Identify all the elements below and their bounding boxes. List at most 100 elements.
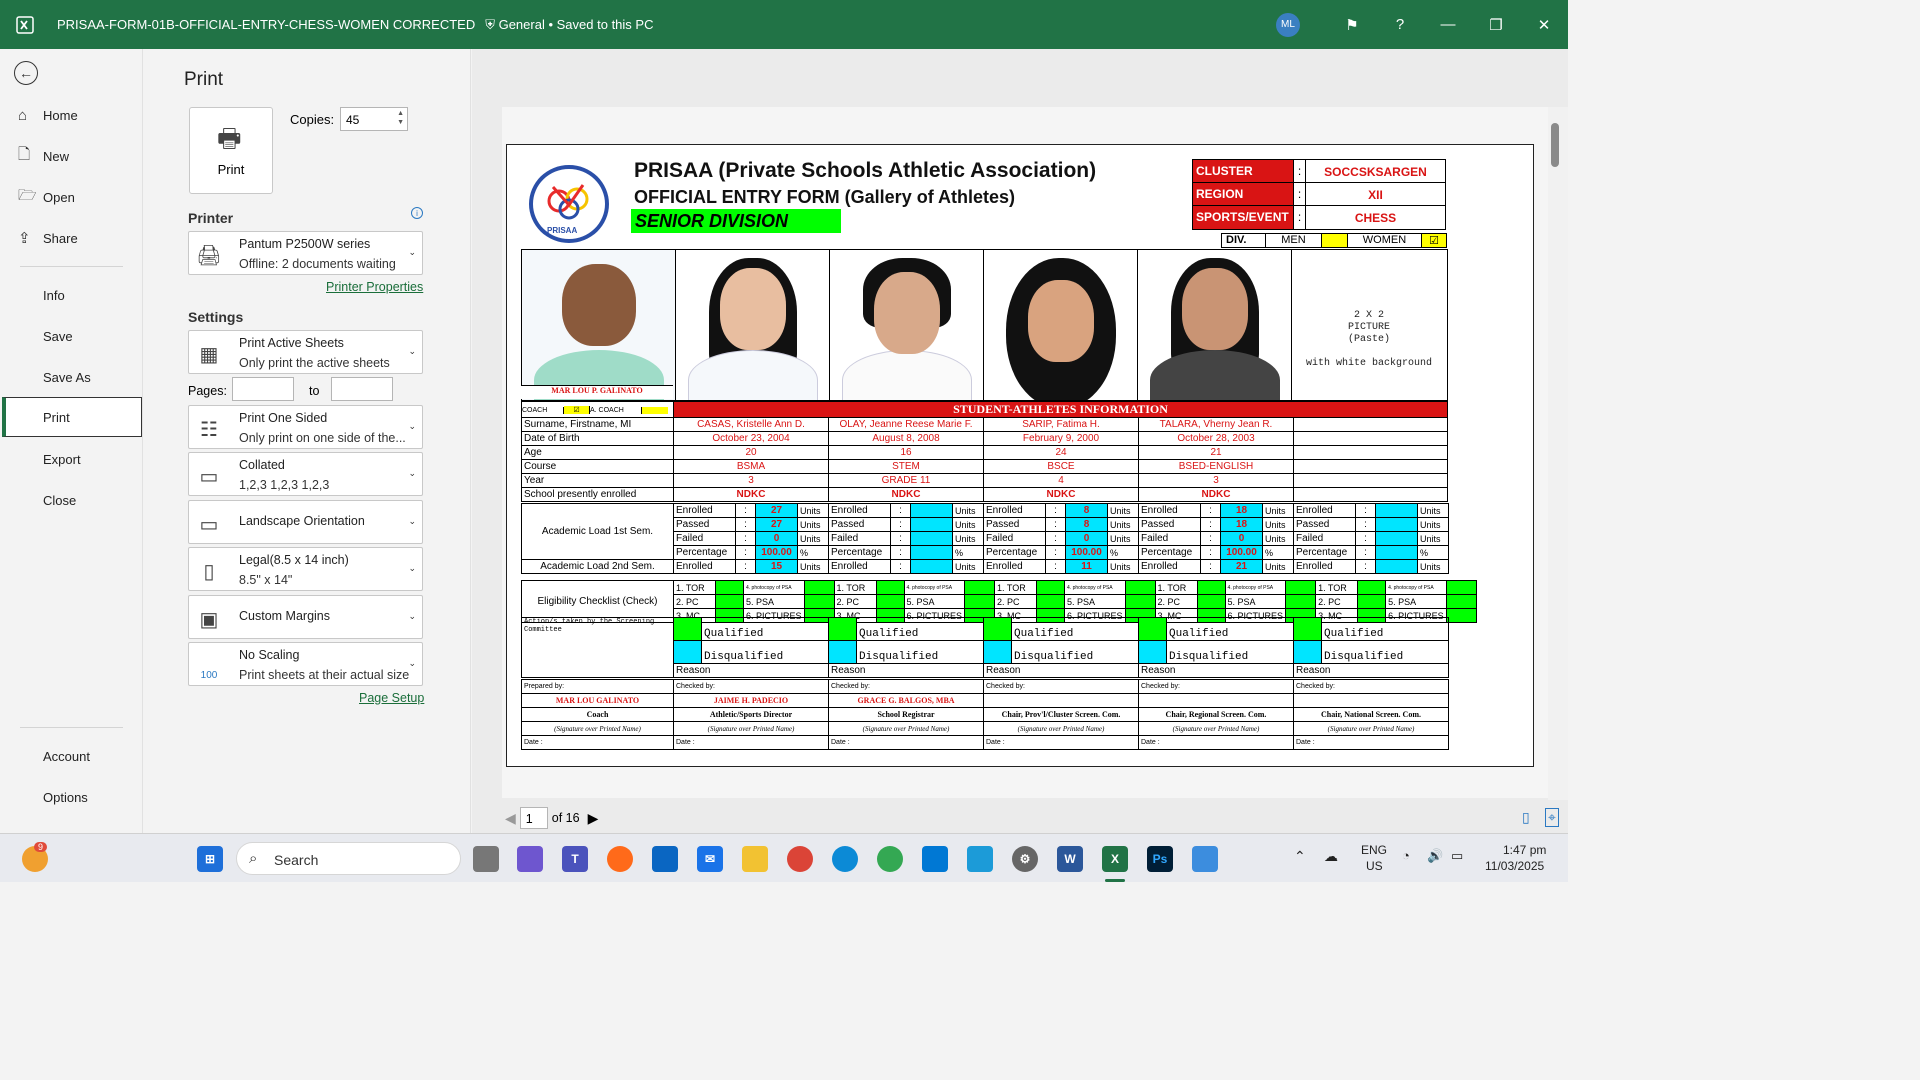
sig-heading: Checked by:	[983, 679, 1139, 694]
chrome-icon[interactable]	[787, 846, 813, 872]
load-value: 0	[1220, 531, 1263, 546]
load-label: Failed	[1138, 531, 1201, 546]
task-view-icon[interactable]	[473, 846, 499, 872]
scaling-dropdown[interactable]: 100 No Scaling Print sheets at their act…	[188, 642, 423, 686]
margins-dropdown[interactable]: ▣ Custom Margins ⌄	[188, 595, 423, 639]
photoshop-icon[interactable]: Ps	[1147, 846, 1173, 872]
store-icon[interactable]	[652, 846, 678, 872]
load-colon: :	[1045, 545, 1066, 560]
pages-to-input[interactable]	[331, 377, 393, 401]
word-icon[interactable]: W	[1057, 846, 1083, 872]
back-arrow-icon[interactable]: ←	[14, 61, 38, 85]
taskbar-search[interactable]: ⌕ Search	[236, 842, 461, 875]
nav-save-as[interactable]: Save As	[0, 358, 143, 396]
paper-size-dropdown[interactable]: ▯ Legal(8.5 x 14 inch) 8.5" x 14" ⌄	[188, 547, 423, 591]
sheet-subtitle: OFFICIAL ENTRY FORM (Gallery of Athletes…	[634, 187, 1016, 207]
load-unit: Units	[797, 559, 829, 574]
start-icon[interactable]: ⊞	[197, 846, 223, 872]
screen-option: Disqualified	[1321, 639, 1449, 664]
load-label: Enrolled	[673, 559, 736, 574]
firefox-icon[interactable]	[607, 846, 633, 872]
elig-item: 2. PC	[994, 594, 1038, 609]
load-colon: :	[735, 545, 756, 560]
elig-check	[1445, 608, 1477, 623]
page-setup-link[interactable]: Page Setup	[359, 691, 424, 705]
load-label: Passed	[828, 517, 891, 532]
load-colon: :	[735, 531, 756, 546]
clock-time[interactable]: 1:47 pm	[1503, 843, 1546, 857]
nav-options[interactable]: Options	[0, 778, 143, 816]
volume-icon[interactable]: 🔊	[1427, 848, 1443, 864]
restore-button[interactable]: ❐	[1472, 0, 1520, 49]
sides-dropdown[interactable]: ☷ Print One Sided Only print on one side…	[188, 405, 423, 449]
load-label: Percentage	[1138, 545, 1201, 560]
minimize-button[interactable]: —	[1424, 0, 1472, 49]
language-indicator[interactable]: ENG	[1361, 843, 1387, 857]
copies-spinner[interactable]: ▲ ▼	[397, 109, 404, 127]
feedback-icon[interactable]: ⚑	[1328, 0, 1376, 49]
collation-dropdown[interactable]: ▭ Collated 1,2,3 1,2,3 1,2,3 ⌄	[188, 452, 423, 496]
nav-new[interactable]: 🗋 New	[0, 137, 143, 175]
load-value: 0	[755, 531, 798, 546]
load-unit: %	[1107, 545, 1139, 560]
load-colon: :	[1355, 503, 1376, 518]
elig-check	[964, 580, 996, 595]
print-button[interactable]: 🖶 Print	[189, 107, 273, 194]
sensitivity-label[interactable]: ⛨ General • Saved to this PC	[485, 17, 653, 33]
teams-icon[interactable]: T	[562, 846, 588, 872]
screen-option: Disqualified	[856, 639, 984, 664]
nav-close[interactable]: Close	[0, 481, 143, 519]
chevron-down-icon: ⌄	[408, 247, 416, 257]
close-window-button[interactable]: ✕	[1520, 0, 1568, 49]
control-panel-icon[interactable]	[1192, 846, 1218, 872]
copies-input[interactable]: 45 ▲ ▼	[340, 107, 408, 131]
chevron-up-icon[interactable]: ⌃	[1294, 848, 1306, 865]
wifi-icon[interactable]: ◔	[1402, 848, 1410, 863]
page-number-input[interactable]: 1	[519, 807, 548, 829]
elig-check	[875, 580, 905, 595]
page-count: of 16	[551, 811, 580, 825]
zoom-to-page-icon[interactable]: ⌖	[1545, 808, 1559, 827]
user-avatar[interactable]: ML	[1276, 12, 1300, 37]
orientation-dropdown[interactable]: ▭ Landscape Orientation ⌄	[188, 500, 423, 544]
load-unit: Units	[1417, 531, 1449, 546]
nav-info[interactable]: Info	[0, 276, 143, 314]
battery-icon[interactable]: ▭	[1451, 848, 1463, 864]
notepad-icon[interactable]	[967, 846, 993, 872]
print-what-dropdown[interactable]: ▦ Print Active Sheets Only print the act…	[188, 330, 423, 374]
vscode-icon[interactable]	[922, 846, 948, 872]
info-icon[interactable]: i	[411, 207, 423, 219]
chrome-profile-icon[interactable]	[877, 846, 903, 872]
preview-scrollbar[interactable]	[1548, 107, 1568, 800]
settings-icon[interactable]: ⚙	[1012, 846, 1038, 872]
nav-open[interactable]: 🗁 Open	[0, 178, 143, 216]
mail-icon[interactable]: ✉	[697, 846, 723, 872]
load-label: Failed	[828, 531, 891, 546]
nav-share[interactable]: ⇪ Share	[0, 219, 143, 257]
scaling-icon: 100	[200, 670, 218, 681]
chevron-down-icon: ⌄	[408, 516, 416, 526]
scrollbar-thumb[interactable]	[1551, 123, 1559, 167]
edge-icon[interactable]	[832, 846, 858, 872]
previous-page-icon[interactable]: ◀	[505, 810, 516, 827]
page-navigator: ◀ 1 of 16 ▶	[505, 806, 598, 830]
help-icon[interactable]: ?	[1376, 0, 1424, 49]
printer-properties-link[interactable]: Printer Properties	[326, 280, 423, 294]
show-margins-icon[interactable]: ▯	[1522, 809, 1530, 826]
elig-check	[1285, 594, 1317, 609]
printer-dropdown[interactable]: 🖨 Pantum P2500W series Offline: 2 docume…	[188, 231, 423, 275]
nav-account[interactable]: Account	[0, 737, 143, 775]
pages-from-input[interactable]	[232, 377, 294, 401]
nav-save[interactable]: Save	[0, 317, 143, 355]
copilot-icon[interactable]	[517, 846, 543, 872]
load-colon: :	[1355, 531, 1376, 546]
nav-home[interactable]: ⌂ Home	[0, 96, 143, 134]
cloud-icon[interactable]: ☁	[1324, 848, 1338, 865]
load-unit: Units	[797, 531, 829, 546]
load-colon: :	[1200, 517, 1221, 532]
nav-export[interactable]: Export	[0, 440, 143, 478]
nav-print[interactable]: Print	[2, 397, 142, 437]
next-page-icon[interactable]: ▶	[588, 810, 599, 827]
excel-icon[interactable]: X	[1102, 846, 1128, 872]
file-explorer-icon[interactable]	[742, 846, 768, 872]
